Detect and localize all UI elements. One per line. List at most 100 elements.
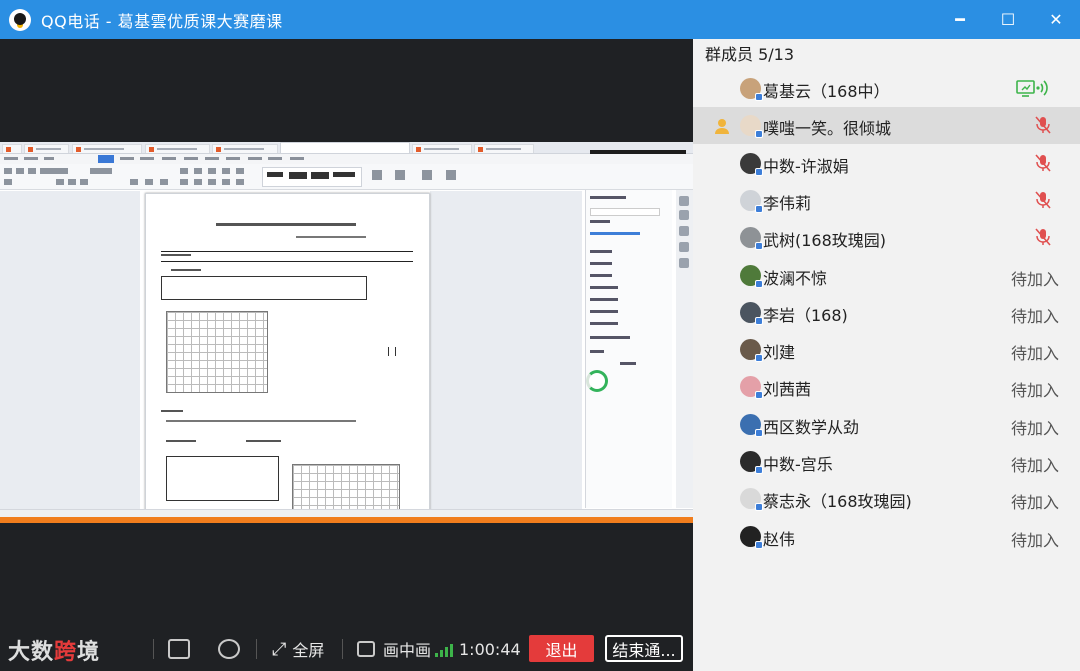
member-avatar — [740, 525, 763, 549]
group-members-panel: 群成员 5/13 葛基云（168中） 噗嗤一笑。很倾城 中数-许淑娟 李伟莉武树(16… — [693, 39, 1080, 671]
exit-button[interactable]: 退出 — [529, 635, 594, 662]
member-avatar — [740, 227, 763, 251]
member-status: 待加入 — [1010, 344, 1059, 364]
window-title: QQ电话 - 葛基雲优质课大赛磨课 — [41, 11, 283, 31]
control-divider — [256, 639, 257, 659]
member-status: 待加入 — [1010, 456, 1059, 475]
member-avatar — [740, 376, 763, 400]
member-name: 波澜不惊 — [763, 268, 828, 288]
minimize-button[interactable]: ━ — [936, 0, 984, 39]
member-avatar — [740, 78, 763, 101]
member-avatar — [740, 413, 763, 437]
member-status: 待加入 — [1010, 530, 1059, 550]
member-avatar — [740, 339, 763, 363]
muted-mic-icon — [1035, 228, 1051, 246]
member-row[interactable]: 赵伟 待加入 — [693, 518, 1080, 555]
member-name: 刘茜茜 — [763, 380, 812, 400]
member-row[interactable]: 武树(168玫瑰园) — [693, 219, 1080, 256]
member-name: 中数-宫乐 — [763, 455, 833, 474]
member-name: 李伟莉 — [763, 193, 812, 213]
call-duration: 1:00:44 — [459, 639, 521, 659]
member-avatar — [740, 451, 763, 474]
text-cursor-icon — [388, 347, 396, 356]
editor-toolbar — [0, 164, 693, 190]
member-avatar — [740, 488, 763, 512]
call-control-bar: 大数跨境 ⤢ 全屏 画中画 1:00:44 退出 结束通... — [0, 627, 693, 671]
member-name: 噗嗤一笑。很倾城 — [763, 119, 892, 139]
members-count-header: 群成员 5/13 — [705, 45, 795, 64]
whiteboard-icon — [218, 639, 240, 659]
close-button[interactable]: ✕ — [1032, 0, 1080, 39]
taskbar-strip — [0, 517, 693, 523]
title-bar: QQ电话 - 葛基雲优质课大赛磨课 ━ ☐ ✕ — [0, 0, 1080, 39]
end-call-button[interactable]: 结束通... — [605, 635, 683, 662]
shared-screen-view[interactable] — [0, 39, 693, 627]
device-badge-icon — [755, 204, 763, 213]
member-name: 武树(168玫瑰园) — [763, 231, 887, 251]
device-badge-icon — [755, 130, 763, 139]
watermark-text-b: 跨 — [54, 640, 78, 665]
left-margin-area — [0, 191, 140, 509]
progress-ring-icon — [586, 370, 608, 392]
device-badge-icon — [755, 242, 763, 251]
device-badge-icon — [755, 428, 763, 437]
right-toolbar — [676, 190, 693, 508]
member-row[interactable]: 刘建 待加入 — [693, 331, 1080, 368]
member-avatar — [740, 264, 763, 288]
pip-icon — [357, 641, 375, 657]
host-icon — [713, 117, 731, 135]
member-avatar — [740, 189, 763, 213]
member-name: 刘建 — [763, 343, 796, 363]
qq-logo-icon — [9, 8, 31, 31]
device-badge-icon — [755, 466, 763, 474]
fullscreen-icon: ⤢ — [272, 638, 287, 660]
muted-mic-icon — [1035, 116, 1051, 134]
member-status: 待加入 — [1010, 418, 1059, 438]
member-status: 待加入 — [1010, 306, 1059, 326]
fullscreen-button[interactable]: ⤢ 全屏 — [272, 627, 324, 671]
member-row[interactable]: 中数-许淑娟 — [693, 145, 1080, 182]
member-name: 西区数学从劲 — [763, 417, 860, 437]
maximize-button[interactable]: ☐ — [984, 0, 1032, 39]
device-badge-icon — [755, 167, 763, 176]
member-status: 待加入 — [1010, 381, 1059, 401]
member-row[interactable]: 噗嗤一笑。很倾城 — [693, 107, 1080, 145]
member-row[interactable]: 中数-宫乐 待加入 — [693, 443, 1080, 480]
pip-button[interactable]: 画中画 — [357, 627, 431, 671]
device-badge-icon — [755, 93, 763, 101]
member-row[interactable]: 波澜不惊 待加入 — [693, 257, 1080, 294]
speaking-screen-share-icon — [1016, 79, 1050, 97]
fullscreen-label: 全屏 — [292, 641, 325, 660]
member-row[interactable]: 西区数学从劲 待加入 — [693, 406, 1080, 443]
member-status: 待加入 — [1010, 493, 1059, 513]
whiteboard-button[interactable] — [218, 627, 240, 671]
pip-label: 画中画 — [383, 641, 432, 660]
member-row[interactable]: 李岩（168) 待加入 — [693, 294, 1080, 331]
member-name: 蔡志永（168玫瑰园) — [763, 492, 912, 512]
member-name: 中数-许淑娟 — [763, 156, 849, 176]
editor-tab-bar — [0, 142, 693, 165]
member-name: 赵伟 — [763, 529, 796, 549]
device-badge-icon — [755, 391, 763, 400]
member-row[interactable]: 李伟莉 — [693, 182, 1080, 219]
editor-menu-bar — [0, 154, 693, 164]
device-badge-icon — [755, 503, 763, 512]
muted-mic-icon — [1035, 191, 1051, 209]
share-screen-button[interactable] — [168, 627, 190, 671]
watermark-text-a: 大数 — [8, 640, 55, 665]
share-screen-icon — [168, 639, 190, 659]
member-row[interactable]: 蔡志永（168玫瑰园) 待加入 — [693, 480, 1080, 517]
navigation-pane — [585, 190, 672, 508]
member-row[interactable]: 葛基云（168中） — [693, 70, 1080, 107]
member-name: 葛基云（168中） — [763, 82, 890, 101]
member-avatar — [740, 115, 763, 139]
workspace-gray-area — [430, 191, 582, 509]
watermark-text-c: 境 — [77, 640, 101, 665]
member-row[interactable]: 刘茜茜 待加入 — [693, 368, 1080, 405]
watermark: 大数跨境 — [8, 633, 100, 667]
editor-status-bar — [0, 509, 693, 517]
member-name: 李岩（168) — [763, 305, 848, 325]
muted-mic-icon — [1035, 154, 1051, 172]
control-divider — [153, 639, 154, 659]
device-badge-icon — [755, 354, 763, 363]
